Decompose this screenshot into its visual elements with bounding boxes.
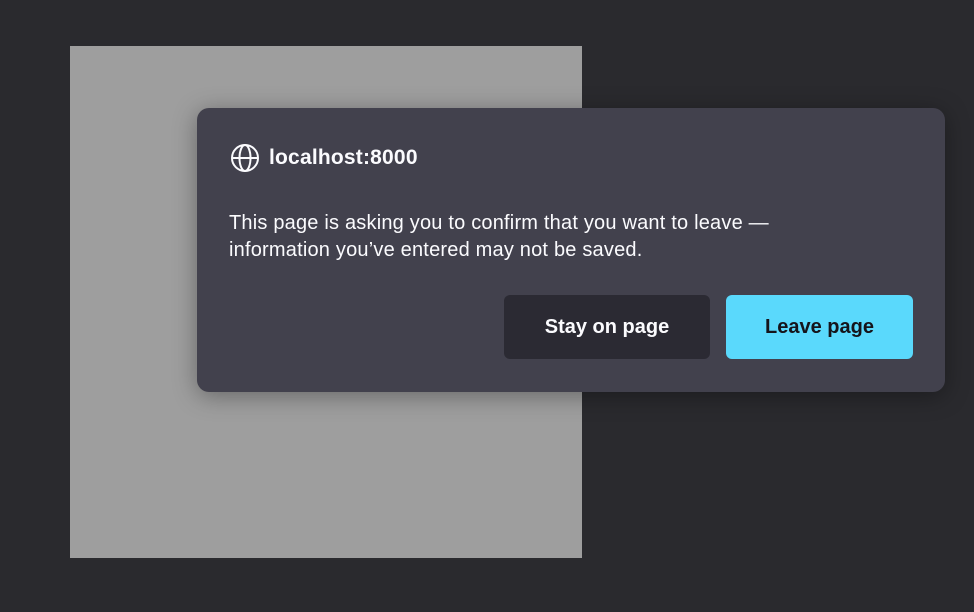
dialog-message-line-1: This page is asking you to confirm that … xyxy=(229,212,769,234)
leave-page-button[interactable]: Leave page xyxy=(726,295,913,359)
leave-page-dialog: localhost:8000 This page is asking you t… xyxy=(197,108,945,392)
dialog-message-line-2: information you’ve entered may not be sa… xyxy=(229,239,643,261)
globe-icon xyxy=(229,142,261,174)
dialog-header: localhost:8000 xyxy=(229,142,418,174)
dialog-origin: localhost:8000 xyxy=(269,146,418,169)
stay-on-page-button[interactable]: Stay on page xyxy=(504,295,710,359)
dialog-message: This page is asking you to confirm that … xyxy=(229,210,889,264)
dialog-button-row: Stay on page Leave page xyxy=(504,295,913,359)
